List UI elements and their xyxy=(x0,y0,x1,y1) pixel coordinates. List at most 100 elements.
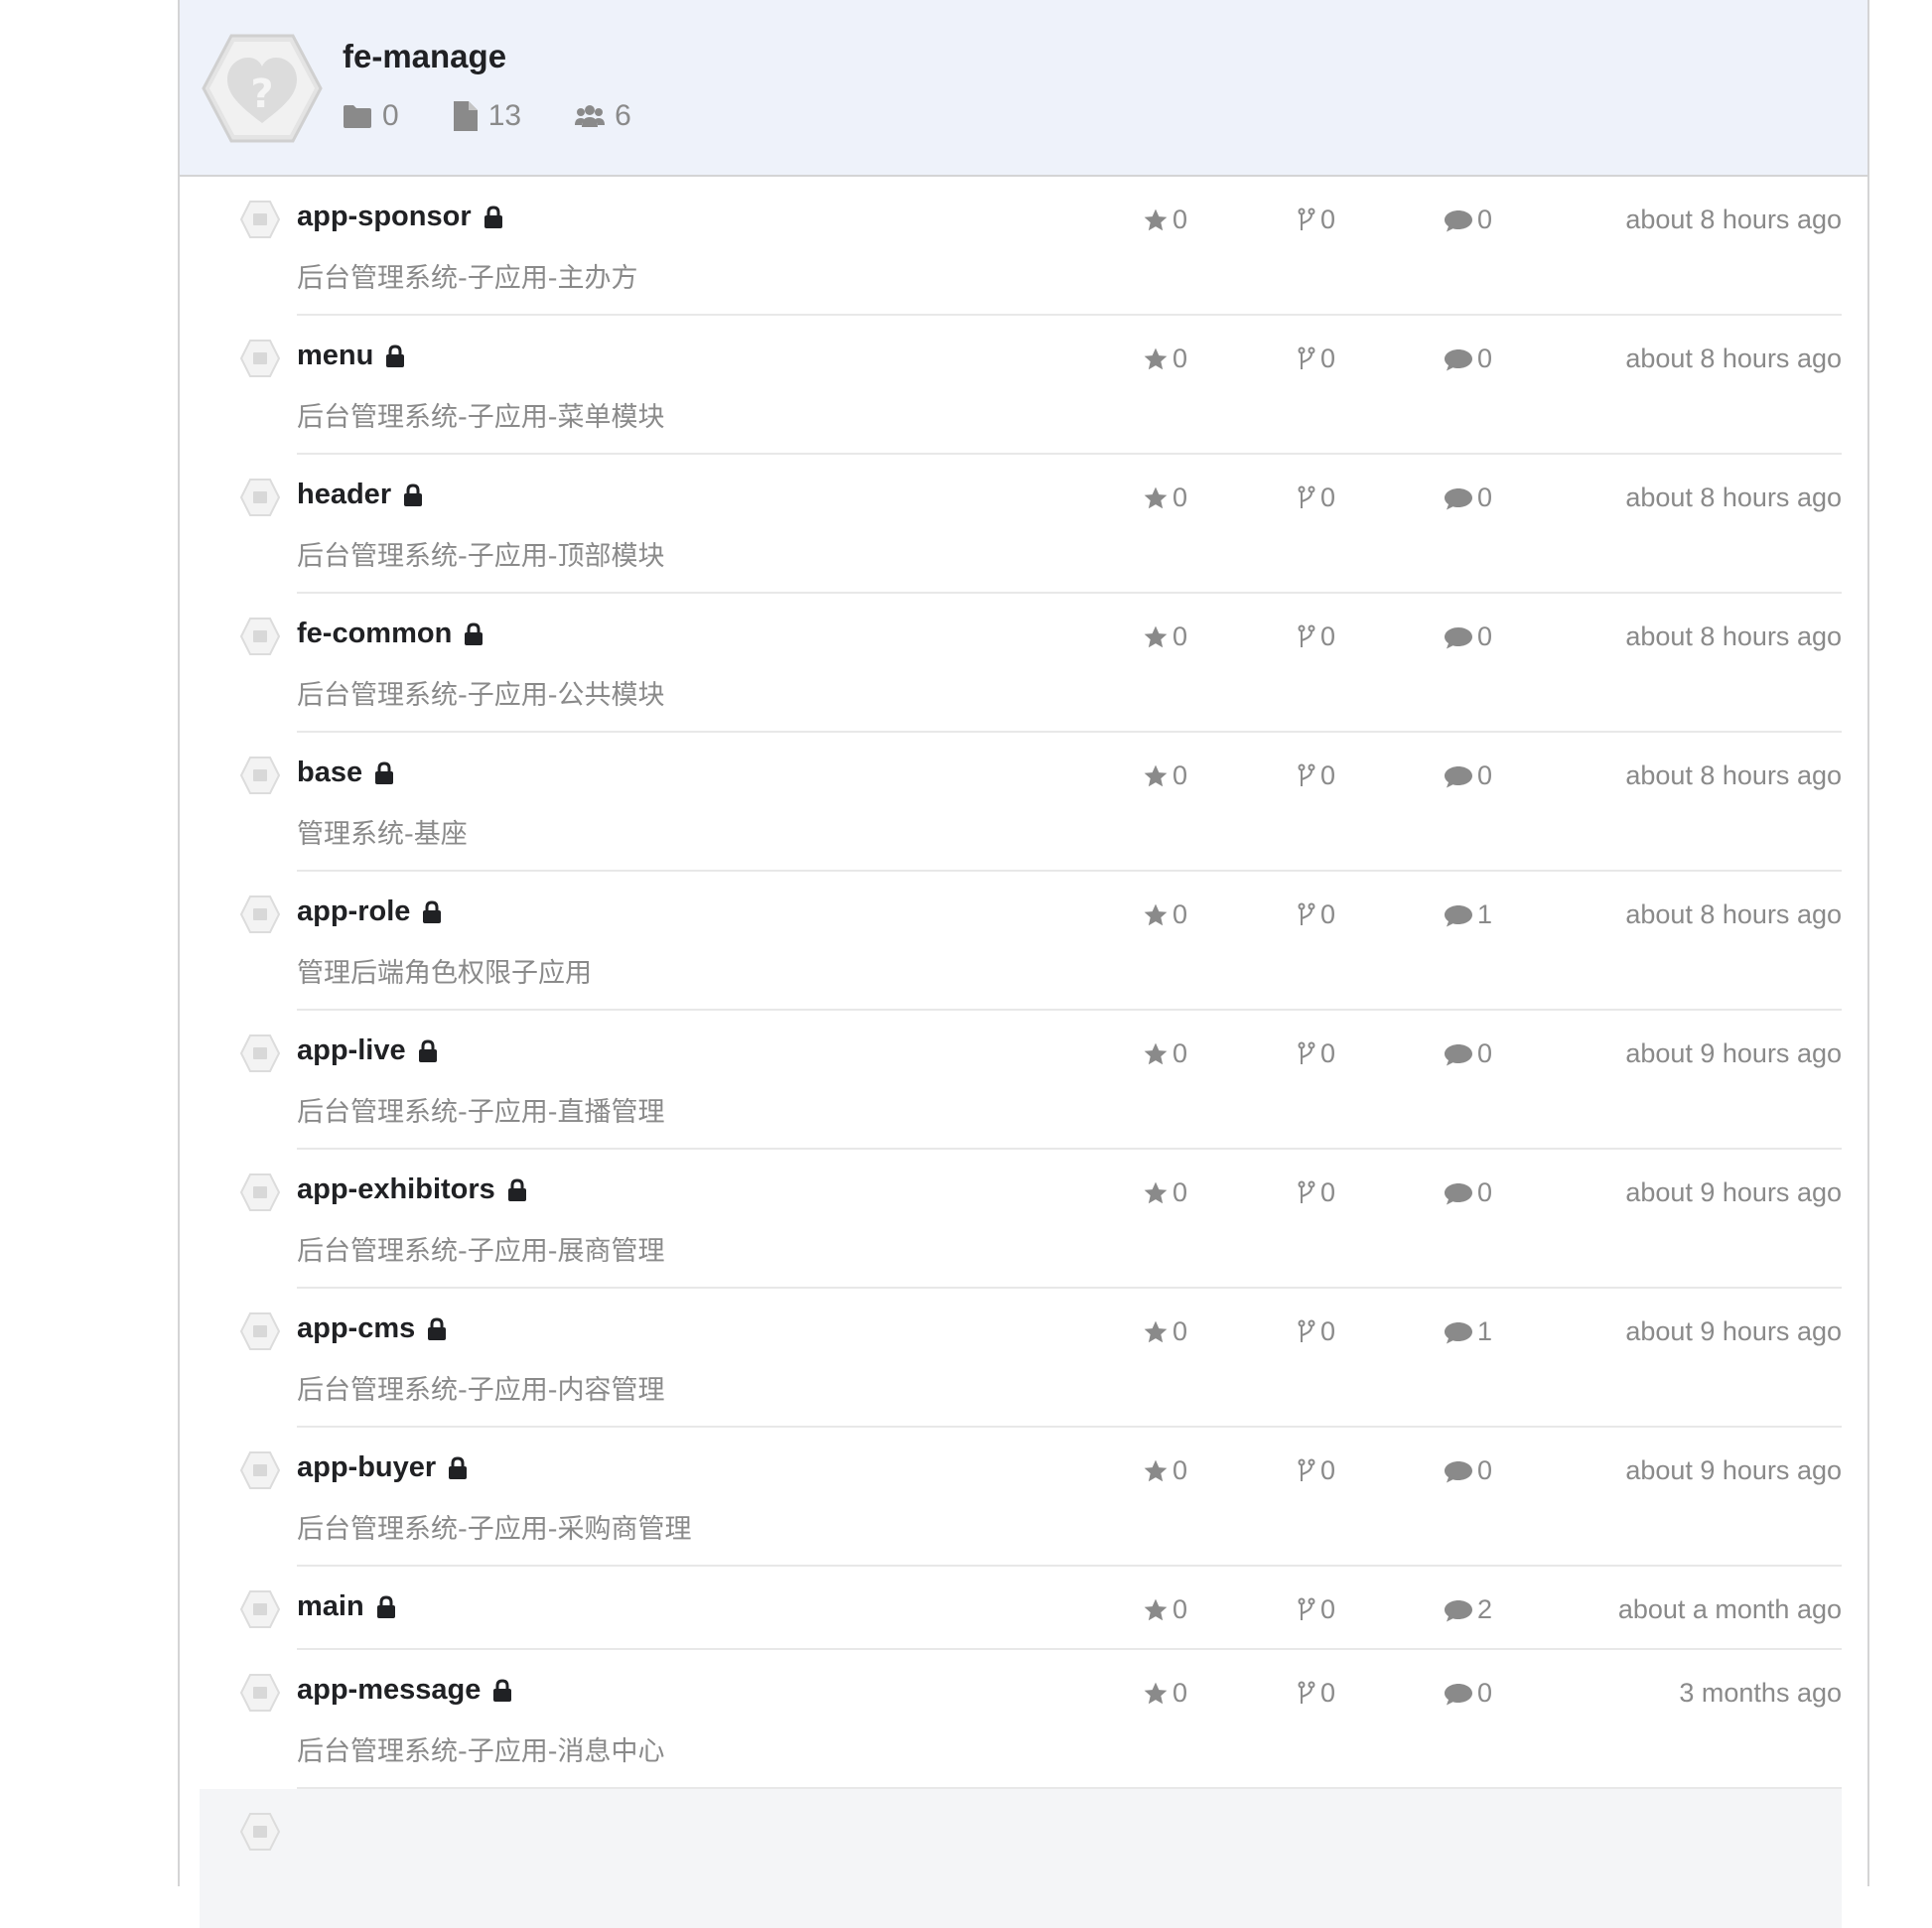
org-stat-files[interactable]: 13 xyxy=(453,99,521,133)
repo-stars[interactable]: 0 xyxy=(1143,760,1187,791)
org-file-count: 13 xyxy=(487,99,522,132)
repo-stars[interactable]: 0 xyxy=(1143,1316,1187,1347)
lock-icon xyxy=(428,1316,447,1340)
repo-description: 后台管理系统-子应用-主办方 xyxy=(297,263,638,294)
fork-count: 0 xyxy=(1320,1678,1336,1708)
repo-stars[interactable]: 0 xyxy=(1143,482,1187,513)
repo-row[interactable]: app-role 管理后端角色权限子应用 0 0 1 about 8 hours… xyxy=(240,872,1842,1011)
fork-count: 0 xyxy=(1320,1455,1336,1485)
org-avatar[interactable]: ? xyxy=(202,34,323,143)
repo-forks[interactable]: 0 xyxy=(1297,482,1335,513)
repo-name[interactable]: app-live xyxy=(297,1034,406,1067)
repo-title[interactable]: app-exhibitors xyxy=(297,1173,527,1206)
repo-stars[interactable]: 0 xyxy=(1143,344,1187,374)
comment-icon xyxy=(1445,1182,1472,1204)
org-stat-members[interactable]: 6 xyxy=(575,99,631,133)
lock-icon xyxy=(483,205,502,228)
repo-forks[interactable]: 0 xyxy=(1297,1594,1335,1625)
repo-comments[interactable]: 0 xyxy=(1444,1177,1492,1208)
repo-stars[interactable]: 0 xyxy=(1143,1594,1187,1625)
repo-title[interactable]: app-buyer xyxy=(297,1451,468,1484)
org-stat-folders[interactable]: 0 xyxy=(343,99,399,133)
repo-forks[interactable]: 0 xyxy=(1297,205,1335,235)
repo-comments[interactable]: 2 xyxy=(1444,1594,1492,1625)
repo-forks[interactable]: 0 xyxy=(1297,1177,1335,1208)
repo-row[interactable]: header 后台管理系统-子应用-顶部模块 0 0 0 about 8 hou… xyxy=(240,455,1842,594)
repo-row-partial[interactable] xyxy=(200,1789,1842,1928)
repo-name[interactable]: base xyxy=(297,757,362,789)
lock-icon xyxy=(404,482,423,506)
file-icon xyxy=(453,101,478,131)
star-count: 0 xyxy=(1173,344,1188,373)
fork-icon xyxy=(1298,1180,1315,1203)
repo-title[interactable]: app-role xyxy=(297,895,442,928)
fork-count: 0 xyxy=(1320,1038,1336,1068)
repo-forks[interactable]: 0 xyxy=(1297,1678,1335,1709)
repo-comments[interactable]: 0 xyxy=(1444,205,1492,235)
repo-forks[interactable]: 0 xyxy=(1297,1455,1335,1486)
repo-title[interactable]: header xyxy=(297,479,423,511)
repo-name[interactable]: main xyxy=(297,1590,364,1623)
repo-name[interactable]: app-buyer xyxy=(297,1451,436,1484)
repo-comments[interactable]: 0 xyxy=(1444,482,1492,513)
repo-title[interactable]: app-cms xyxy=(297,1312,447,1345)
repo-row[interactable]: app-message 后台管理系统-子应用-消息中心 0 0 0 3 mont… xyxy=(240,1650,1842,1789)
repo-row[interactable]: menu 后台管理系统-子应用-菜单模块 0 0 0 about 8 hours… xyxy=(240,316,1842,455)
fork-icon xyxy=(1298,902,1315,925)
repo-name[interactable]: app-cms xyxy=(297,1312,415,1345)
repo-comments[interactable]: 0 xyxy=(1444,1455,1492,1486)
repo-forks[interactable]: 0 xyxy=(1297,344,1335,374)
org-header: ? fe-manage 0 13 6 xyxy=(180,0,1867,177)
repo-comments[interactable]: 1 xyxy=(1444,899,1492,930)
repo-name[interactable]: fe-common xyxy=(297,618,452,650)
repo-stars[interactable]: 0 xyxy=(1143,621,1187,652)
repo-title[interactable]: main xyxy=(297,1590,396,1623)
org-panel: ? fe-manage 0 13 6 app-sponsor 后台管理系统-子应… xyxy=(178,0,1869,1928)
repo-stars[interactable]: 0 xyxy=(1143,899,1187,930)
repo-stars[interactable]: 0 xyxy=(1143,1177,1187,1208)
repo-name[interactable]: app-exhibitors xyxy=(297,1173,495,1206)
lock-icon xyxy=(376,1594,395,1618)
org-name[interactable]: fe-manage xyxy=(343,38,506,75)
repo-name[interactable]: app-sponsor xyxy=(297,201,472,233)
repo-comments[interactable]: 0 xyxy=(1444,1038,1492,1069)
repo-row[interactable]: app-live 后台管理系统-子应用-直播管理 0 0 0 about 9 h… xyxy=(240,1011,1842,1150)
repo-forks[interactable]: 0 xyxy=(1297,1316,1335,1347)
repo-comments[interactable]: 0 xyxy=(1444,760,1492,791)
repo-title[interactable]: app-live xyxy=(297,1034,438,1067)
repo-comments[interactable]: 0 xyxy=(1444,344,1492,374)
repo-stars[interactable]: 0 xyxy=(1143,1455,1187,1486)
repo-title[interactable]: base xyxy=(297,757,394,789)
repo-updated-time: about 8 hours ago xyxy=(1625,899,1842,929)
lock-icon xyxy=(423,899,442,923)
repo-row[interactable]: app-sponsor 后台管理系统-子应用-主办方 0 0 0 about 8… xyxy=(240,177,1842,316)
repo-name[interactable]: header xyxy=(297,479,391,511)
repo-row[interactable]: app-exhibitors 后台管理系统-子应用-展商管理 0 0 0 abo… xyxy=(240,1150,1842,1289)
fork-icon xyxy=(1298,346,1315,369)
repo-stars[interactable]: 0 xyxy=(1143,1678,1187,1709)
repo-forks[interactable]: 0 xyxy=(1297,760,1335,791)
repo-row[interactable]: app-buyer 后台管理系统-子应用-采购商管理 0 0 0 about 9… xyxy=(240,1428,1842,1567)
repo-row[interactable]: base 管理系统-基座 0 0 0 about 8 hours ago xyxy=(240,733,1842,872)
repo-row[interactable]: fe-common 后台管理系统-子应用-公共模块 0 0 0 about 8 … xyxy=(240,594,1842,733)
repo-updated-time: about 9 hours ago xyxy=(1625,1455,1842,1485)
repo-comments[interactable]: 0 xyxy=(1444,1678,1492,1709)
repo-row[interactable]: app-cms 后台管理系统-子应用-内容管理 0 0 1 about 9 ho… xyxy=(240,1289,1842,1428)
repo-forks[interactable]: 0 xyxy=(1297,621,1335,652)
repo-title[interactable]: fe-common xyxy=(297,618,483,650)
repo-forks[interactable]: 0 xyxy=(1297,1038,1335,1069)
repo-title[interactable]: app-message xyxy=(297,1674,512,1707)
repo-comments[interactable]: 1 xyxy=(1444,1316,1492,1347)
star-icon xyxy=(1144,1459,1168,1481)
repo-name[interactable]: menu xyxy=(297,340,373,372)
repo-row[interactable]: main 0 0 2 about a month ago xyxy=(240,1567,1842,1650)
repo-comments[interactable]: 0 xyxy=(1444,621,1492,652)
repo-name[interactable]: app-message xyxy=(297,1674,481,1707)
repo-stars[interactable]: 0 xyxy=(1143,205,1187,235)
repo-stars[interactable]: 0 xyxy=(1143,1038,1187,1069)
repo-icon xyxy=(240,1312,280,1350)
repo-title[interactable]: app-sponsor xyxy=(297,201,503,233)
repo-name[interactable]: app-role xyxy=(297,895,410,928)
repo-forks[interactable]: 0 xyxy=(1297,899,1335,930)
repo-title[interactable]: menu xyxy=(297,340,405,372)
